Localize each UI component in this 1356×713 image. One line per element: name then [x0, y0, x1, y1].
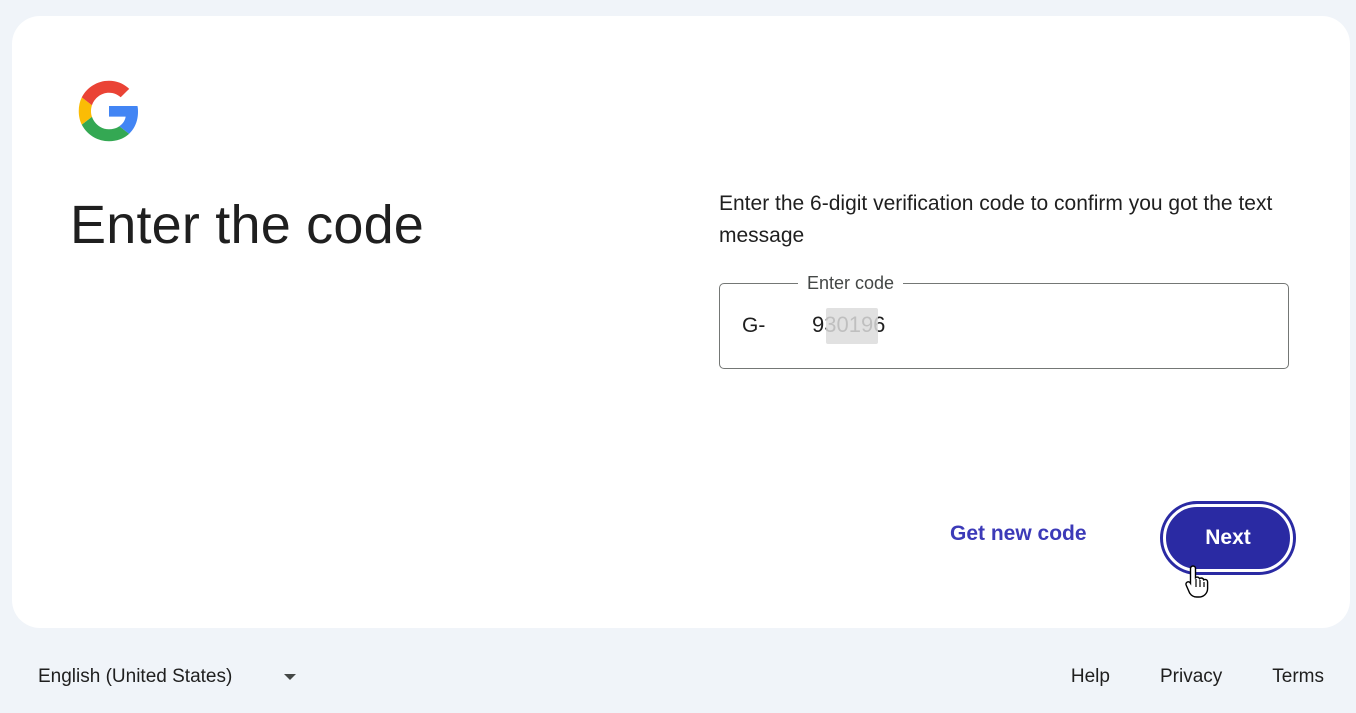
chevron-down-icon	[284, 674, 297, 680]
redacted-overlay	[826, 308, 878, 344]
get-new-code-button[interactable]: Get new code	[950, 522, 1087, 546]
page-title: Enter the code	[70, 195, 425, 255]
signin-card: Enter the code Enter the 6-digit verific…	[12, 16, 1350, 628]
next-button[interactable]: Next	[1163, 504, 1293, 572]
code-prefix: G-	[742, 314, 766, 337]
terms-link[interactable]: Terms	[1272, 666, 1324, 688]
code-field-label: Enter code	[798, 272, 904, 294]
instructions-text: Enter the 6-digit verification code to c…	[719, 192, 1273, 247]
language-selector[interactable]: English (United States)	[38, 666, 297, 688]
google-logo-icon	[76, 78, 142, 144]
privacy-link[interactable]: Privacy	[1160, 666, 1222, 688]
footer-links: Help Privacy Terms	[1071, 666, 1324, 688]
help-link[interactable]: Help	[1071, 666, 1110, 688]
code-input[interactable]	[812, 308, 1252, 342]
language-label: English (United States)	[38, 666, 233, 687]
hand-cursor-icon	[1184, 564, 1212, 598]
footer: English (United States) Help Privacy Ter…	[0, 628, 1356, 713]
code-field[interactable]: Enter code G-	[719, 272, 1289, 369]
